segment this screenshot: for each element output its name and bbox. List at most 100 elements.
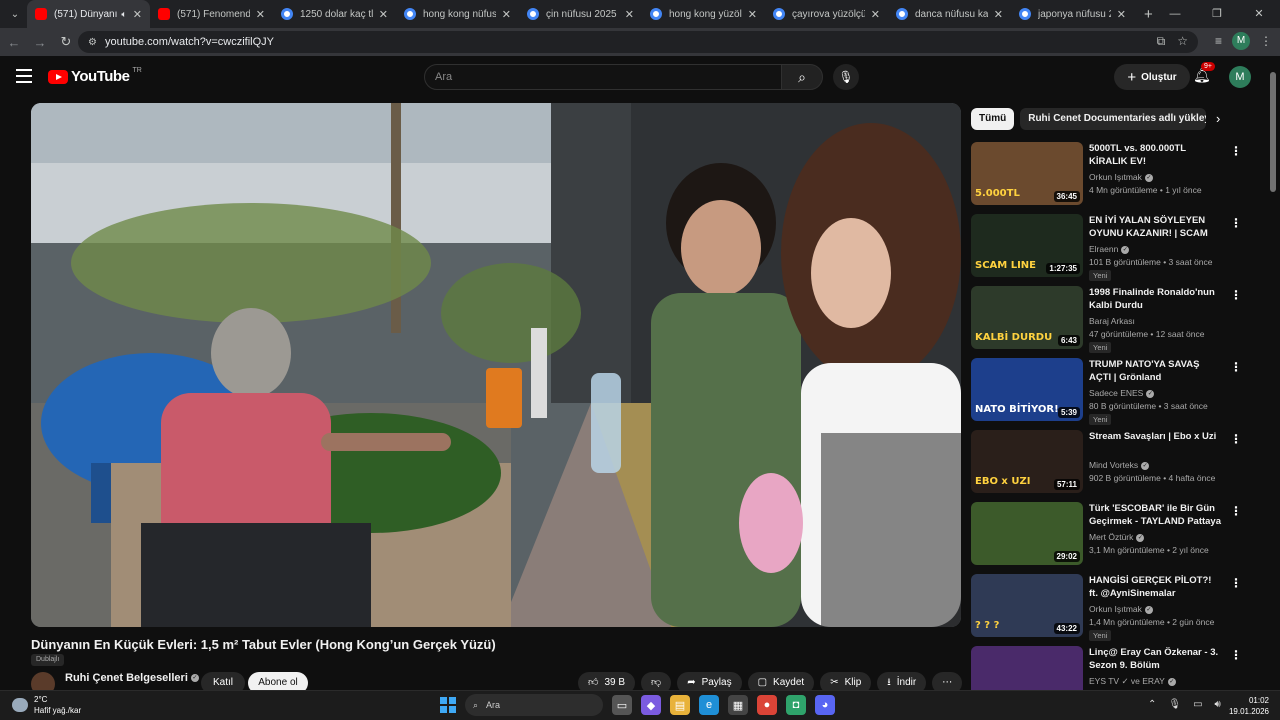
url-text[interactable]: youtube.com/watch?v=cwczifilQJY xyxy=(105,36,274,48)
browser-tab[interactable]: hong kong yüzölçüm ✕ xyxy=(642,0,765,28)
browser-tab[interactable]: çin nüfusu 2025 - Go ✕ xyxy=(519,0,642,28)
close-tab-icon[interactable]: ✕ xyxy=(994,8,1003,21)
recommended-video[interactable]: SCAM LINE 1:27:35 EN İYİ YALAN SÖYLEYEN OY… xyxy=(971,214,1242,286)
close-tab-icon[interactable]: ✕ xyxy=(133,8,142,21)
youtube-logo[interactable]: YouTube TR xyxy=(48,67,142,85)
copilot-icon[interactable]: ◆ xyxy=(641,695,661,715)
close-tab-icon[interactable]: ✕ xyxy=(1117,8,1126,21)
voice-search-button[interactable]: 🎙︎ xyxy=(833,64,859,90)
close-tab-icon[interactable]: ✕ xyxy=(379,8,388,21)
recommended-video[interactable]: KALBİ DURDU 6:43 1998 Finalinde Ronaldo'nu… xyxy=(971,286,1242,358)
system-clock[interactable]: 01:02 19.01.2026 xyxy=(1225,695,1269,717)
video-thumbnail[interactable]: ? ? ? 43:22 xyxy=(971,574,1083,637)
site-info-icon[interactable]: ⚙ xyxy=(88,37,97,48)
close-tab-icon[interactable]: ✕ xyxy=(256,8,265,21)
video-player[interactable] xyxy=(31,103,961,627)
discord-icon[interactable]: ◕ xyxy=(815,695,835,715)
store-icon[interactable]: ▦ xyxy=(728,695,748,715)
file-explorer-icon[interactable]: ▤ xyxy=(670,695,690,715)
reading-list-icon[interactable]: ≡ xyxy=(1215,34,1222,48)
recommended-video[interactable]: 29:02 Türk 'ESCOBAR' ile Bir Gün Geçirmek… xyxy=(971,502,1242,574)
video-thumbnail[interactable]: 5.000TL 36:45 xyxy=(971,142,1083,205)
tray-mic-icon[interactable]: 🎙︎ xyxy=(1168,699,1181,710)
close-tab-icon[interactable]: ✕ xyxy=(871,8,880,21)
more-vert-icon[interactable]: ⋮ xyxy=(1230,144,1242,158)
restore-icon[interactable]: ❐ xyxy=(1196,0,1238,28)
chrome-icon[interactable]: ● xyxy=(757,695,777,715)
recommended-video-title[interactable]: HANGİSİ GERÇEK PİLOT?! ft. @AyniSinemala… xyxy=(1089,574,1223,600)
recommended-video-title[interactable]: TRUMP NATO'YA SAVAŞ AÇTI | Grönland xyxy=(1089,358,1223,384)
tab-audio-icon[interactable]: 🔈︎ xyxy=(121,9,126,20)
more-vert-icon[interactable]: ⋮ xyxy=(1230,360,1242,374)
bookmark-star-icon[interactable]: ☆ xyxy=(1177,34,1188,49)
recommended-video-title[interactable]: Türk 'ESCOBAR' ile Bir Gün Geçirmek - TA… xyxy=(1089,502,1223,528)
start-button-icon[interactable] xyxy=(440,697,456,713)
video-thumbnail[interactable]: 29:02 xyxy=(971,502,1083,565)
create-button[interactable]: + Oluştur xyxy=(1114,64,1190,90)
close-tab-icon[interactable]: ✕ xyxy=(502,8,511,21)
more-vert-icon[interactable]: ⋮ xyxy=(1230,648,1242,662)
more-vert-icon[interactable]: ⋮ xyxy=(1230,288,1242,302)
reload-icon[interactable]: ↻ xyxy=(54,34,78,50)
search-input[interactable]: Ara xyxy=(424,64,782,90)
browser-tab[interactable]: danca nüfusu kaç - G ✕ xyxy=(888,0,1011,28)
recommended-channel-name[interactable]: Baraj Arkası xyxy=(1089,316,1135,326)
recommended-video[interactable]: 5.000TL 36:45 5000TL vs. 800.000TL KİRALIK… xyxy=(971,142,1242,214)
notifications-bell-icon[interactable]: 🔔︎ 9+ xyxy=(1193,62,1215,84)
video-thumbnail[interactable]: KALBİ DURDU 6:43 xyxy=(971,286,1083,349)
more-vert-icon[interactable]: ⋮ xyxy=(1230,576,1242,590)
recommended-video-title[interactable]: 1998 Finalinde Ronaldo'nun Kalbi Durdu xyxy=(1089,286,1223,312)
address-bar[interactable]: ⚙ youtube.com/watch?v=cwczifilQJY ⧉ ☆ xyxy=(78,31,1198,53)
recommended-channel-name[interactable]: Orkun Işıtmak ✓ xyxy=(1089,604,1153,614)
recommended-video[interactable]: EBO x UZI 57:11 Stream Savaşları | Ebo x U… xyxy=(971,430,1242,502)
recommended-video[interactable]: NATO BİTİYOR! 5:39 TRUMP NATO'YA SAVAŞ AÇT… xyxy=(971,358,1242,430)
browser-tab[interactable]: (571) Fenomenden R ✕ xyxy=(150,0,273,28)
recommended-video-title[interactable]: EN İYİ YALAN SÖYLEYEN OYUNU KAZANIR! | S… xyxy=(1089,214,1223,241)
volume-icon[interactable]: 🔊︎ xyxy=(1215,699,1221,710)
recommended-channel-name[interactable]: Sadece ENES ✓ xyxy=(1089,388,1155,398)
search-button[interactable]: ⌕ xyxy=(781,64,823,90)
account-avatar[interactable]: M xyxy=(1229,66,1251,88)
browser-tab[interactable]: japonya nüfusu 2025 ✕ xyxy=(1011,0,1134,28)
close-tab-icon[interactable]: ✕ xyxy=(748,8,757,21)
task-view-icon[interactable]: ▭ xyxy=(612,695,632,715)
video-thumbnail[interactable]: EBO x UZI 57:11 xyxy=(971,430,1083,493)
close-tab-icon[interactable]: ✕ xyxy=(625,8,634,21)
new-tab-button[interactable]: + xyxy=(1144,6,1153,23)
edge-icon[interactable]: e xyxy=(699,695,719,715)
weather-widget[interactable]: 2°C Hafif yağ./kar xyxy=(12,694,81,716)
back-arrow-icon[interactable]: ← xyxy=(2,35,26,50)
filter-chip[interactable]: Ruhi Cenet Documentaries adlı yükleyicid… xyxy=(1020,108,1207,130)
channel-name[interactable]: Ruhi Çenet Belgeselleri ✓ xyxy=(65,672,199,684)
recommended-channel-name[interactable]: Mind Vorteks ✓ xyxy=(1089,460,1150,470)
tray-chevron-icon[interactable]: ⌃ xyxy=(1148,699,1156,710)
network-icon[interactable]: ▭ xyxy=(1193,699,1202,710)
recommended-video-title[interactable]: Stream Savaşları | Ebo x Uzi xyxy=(1089,430,1223,443)
browser-tab[interactable]: çayırova yüzölçümü ✕ xyxy=(765,0,888,28)
more-vert-icon[interactable]: ⋮ xyxy=(1230,504,1242,518)
video-thumbnail[interactable]: NATO BİTİYOR! 5:39 xyxy=(971,358,1083,421)
taskbar-search[interactable]: ⌕ Ara xyxy=(465,694,603,716)
recommended-channel-name[interactable]: Mert Öztürk ✓ xyxy=(1089,532,1145,542)
recommended-channel-name[interactable]: Elraenn ✓ xyxy=(1089,244,1130,254)
app-icon[interactable]: ◘ xyxy=(786,695,806,715)
chevron-right-icon[interactable]: › xyxy=(1216,111,1220,126)
recommended-video[interactable]: ? ? ? 43:22 HANGİSİ GERÇEK PİLOT?! ft. @Ay… xyxy=(971,574,1242,646)
recommended-channel-name[interactable]: EYS TV ✓ ve ERAY ✓ xyxy=(1089,676,1176,687)
tab-search-chevron-icon[interactable]: ⌄ xyxy=(3,4,27,24)
scrollbar-thumb[interactable] xyxy=(1270,72,1276,192)
page-scrollbar[interactable] xyxy=(1270,62,1276,690)
recommended-video-title[interactable]: 5000TL vs. 800.000TL KİRALIK EV! (#Sonra… xyxy=(1089,142,1223,169)
browser-tab[interactable]: (571) Dünyanın E🔈︎ ✕ xyxy=(27,0,150,28)
install-app-icon[interactable]: ⧉ xyxy=(1157,34,1166,49)
forward-arrow-icon[interactable]: → xyxy=(28,35,52,50)
filter-chip[interactable]: Tümü xyxy=(971,108,1015,130)
minimize-icon[interactable]: — xyxy=(1154,0,1196,28)
browser-tab[interactable]: 1250 dolar kaç tl - Go ✕ xyxy=(273,0,396,28)
more-vert-icon[interactable]: ⋮ xyxy=(1230,432,1242,446)
recommended-channel-name[interactable]: Orkun Işıtmak ✓ xyxy=(1089,172,1153,182)
browser-menu-icon[interactable]: ⋮ xyxy=(1260,34,1272,48)
guide-menu-icon[interactable] xyxy=(16,69,32,83)
more-vert-icon[interactable]: ⋮ xyxy=(1230,216,1242,230)
browser-profile-avatar[interactable]: M xyxy=(1232,32,1250,50)
